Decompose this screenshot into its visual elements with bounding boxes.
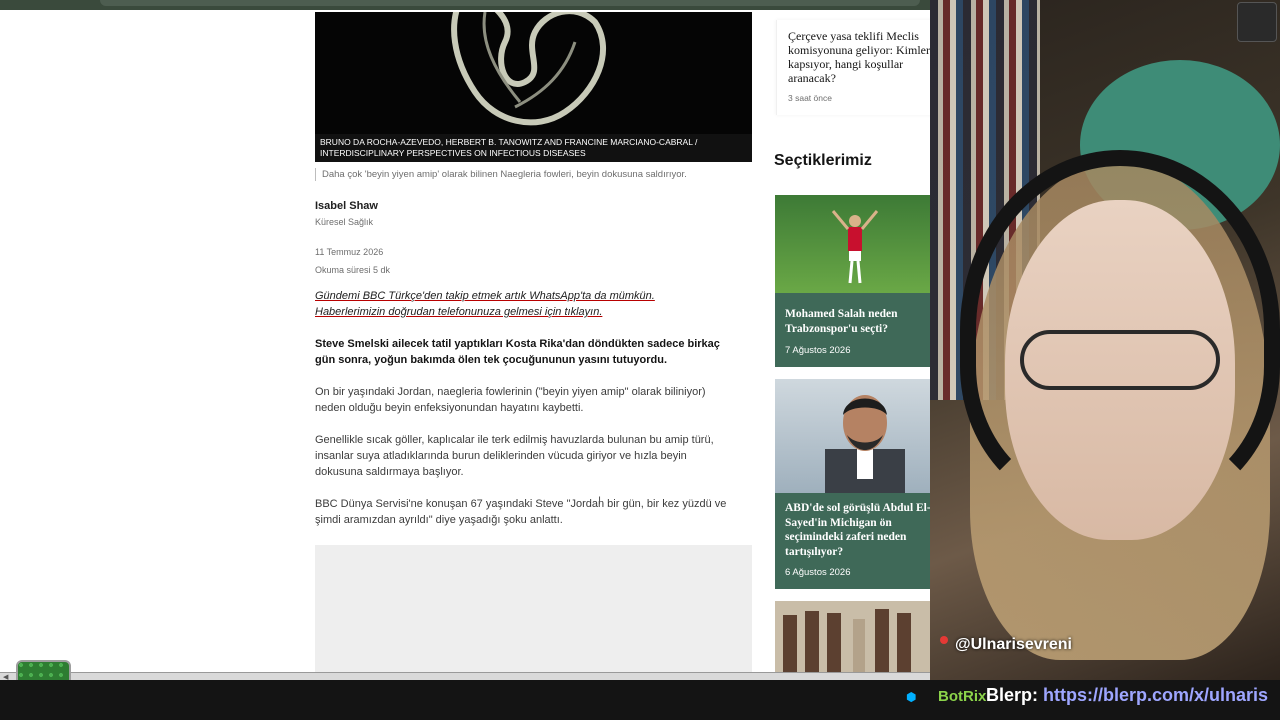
pick-date: 6 Ağustos 2026 [785,567,851,578]
pick-image[interactable] [775,379,930,493]
article-paragraph: On bir yaşındaki Jordan, naegleria fowle… [315,386,706,414]
article-lead-paragraph: Steve Smelski ailecek tatil yaptıkları K… [315,338,720,366]
section-heading: Seçtiklerimiz [774,152,872,169]
related-story-card[interactable]: Çerçeve yasa teklifi Meclis komisyonuna … [776,20,930,115]
channel-logo [1237,2,1277,42]
record-dot-icon [940,636,948,644]
ad-placeholder [315,545,752,672]
bot-name: BotRix [938,688,987,705]
image-caption: Daha çok 'beyin yiyen amip' olarak bilin… [315,168,752,181]
blerp-link[interactable]: https://blerp.com/x/ulnaris [1043,685,1268,705]
related-story-title[interactable]: Çerçeve yasa teklifi Meclis komisyonuna … [788,29,930,85]
browser-top-strip [0,0,930,10]
pick-card[interactable] [775,601,930,672]
related-story-time: 3 saat önce [788,93,832,103]
pick-card[interactable]: ABD'de sol görüşlü Abdul El-Sayed'in Mic… [775,379,930,589]
pick-title[interactable]: Mohamed Salah neden Trabzonspor'u seçti? [785,307,930,336]
soldiers-photo [775,601,930,672]
image-credit: BRUNO DA ROCHA-AZEVEDO, HERBERT B. TANOW… [315,134,752,162]
headset [960,150,1280,510]
article-hero-image: BRUNO DA ROCHA-AZEVEDO, HERBERT B. TANOW… [315,12,752,162]
bot-icon: ⬢ [906,690,917,704]
footballer-photo [831,210,879,284]
promo-line-1[interactable]: Gündemi BBC Türkçe'den takip etmek artık… [315,290,655,302]
browser-tab-strip[interactable] [100,0,920,6]
promo-line-2[interactable]: Haberlerimizin doğrudan telefonunuza gel… [315,306,602,318]
bot-message: Blerp: https://blerp.com/x/ulnaris [986,685,1268,706]
amoeba-illustration [451,12,607,126]
window-scrollbar[interactable]: ◀ [0,672,930,681]
text-cursor-icon: I [598,495,602,507]
author-role: Küresel Sağlık [315,217,374,227]
pick-image[interactable] [775,195,930,293]
bot-message-prefix: Blerp: [986,685,1039,705]
politician-photo [825,395,905,493]
pick-card[interactable]: Mohamed Salah neden Trabzonspor'u seçti?… [775,195,930,367]
pick-date: 7 Ağustos 2026 [785,345,851,356]
article-date: 11 Temmuz 2026 [315,247,384,257]
article-paragraph: Genellikle sıcak göller, kaplıcalar ile … [315,434,714,478]
article-paragraph: BBC Dünya Servisi'ne konuşan 67 yaşındak… [315,498,727,526]
browser-viewport: BRUNO DA ROCHA-AZEVEDO, HERBERT B. TANOW… [0,0,930,672]
whatsapp-promo-link[interactable]: Gündemi BBC Türkçe'den takip etmek artık… [315,288,735,320]
read-time: Okuma süresi 5 dk [315,265,391,275]
streamer-handle: @Ulnarisevreni [955,636,1072,653]
pick-title[interactable]: ABD'de sol görüşlü Abdul El-Sayed'in Mic… [785,501,930,559]
author-name[interactable]: Isabel Shaw [315,200,378,212]
webcam-feed [930,0,1280,680]
